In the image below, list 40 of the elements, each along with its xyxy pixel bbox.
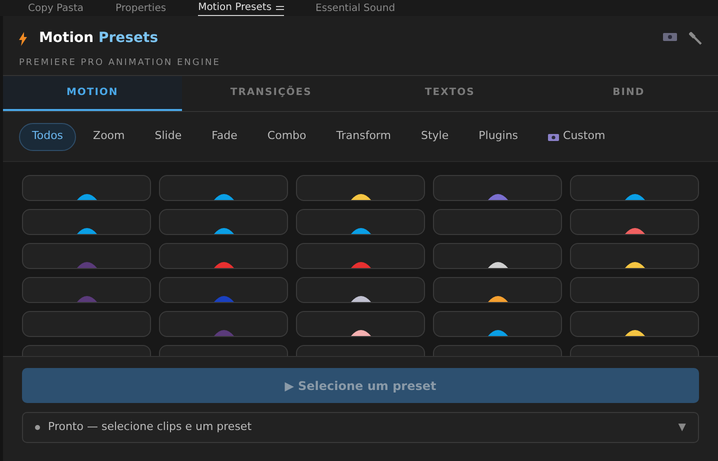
app-title: Motion Presets — [39, 29, 158, 48]
panel-tab[interactable]: Copy Pasta — [28, 2, 84, 16]
status-bar[interactable]: Pronto — selecione clips e um preset ▼ — [22, 412, 699, 443]
preset-card[interactable] — [570, 175, 699, 201]
category-tab[interactable]: TRANSIÇÕES — [182, 76, 360, 111]
lightning-bolt-icon — [19, 32, 27, 46]
preset-card[interactable] — [433, 243, 562, 269]
preset-card[interactable] — [570, 243, 699, 269]
preset-card[interactable] — [433, 311, 562, 337]
panel-tab[interactable]: Properties — [116, 2, 166, 16]
preset-card[interactable] — [296, 175, 425, 201]
filter-chip[interactable]: Transform — [323, 122, 404, 150]
preset-card[interactable] — [22, 175, 151, 201]
preset-card[interactable] — [570, 209, 699, 235]
preset-card[interactable] — [433, 277, 562, 303]
app-subtitle: PREMIERE PRO ANIMATION ENGINE — [19, 57, 220, 70]
category-tab[interactable]: MOTION — [3, 76, 182, 111]
preset-card[interactable] — [296, 209, 425, 235]
filter-chip[interactable]: Zoom — [80, 122, 138, 150]
filter-chip[interactable]: Custom — [535, 122, 618, 150]
filter-chip[interactable]: Style — [408, 122, 462, 150]
caret-icon[interactable]: ▼ — [678, 420, 686, 435]
filter-chip[interactable]: Todos — [19, 122, 76, 150]
status-text: Pronto — selecione clips e um preset — [48, 419, 253, 436]
camera-icon[interactable] — [663, 32, 677, 41]
preset-card[interactable] — [296, 311, 425, 337]
category-tab[interactable]: BIND — [539, 76, 718, 111]
preset-card[interactable] — [296, 277, 425, 303]
filter-chip[interactable]: Fade — [198, 122, 250, 150]
preset-card[interactable] — [159, 175, 288, 201]
preset-card[interactable] — [22, 209, 151, 235]
preset-card[interactable] — [570, 311, 699, 337]
filter-chip[interactable]: Plugins — [466, 122, 532, 150]
filter-chip[interactable]: Combo — [254, 122, 320, 150]
category-tab[interactable]: TEXTOS — [360, 76, 540, 111]
wrench-icon[interactable] — [689, 32, 702, 45]
menu-icon[interactable] — [276, 6, 284, 10]
filter-chip[interactable]: Slide — [142, 122, 195, 150]
panel-tab[interactable]: Essential Sound — [316, 2, 396, 16]
preset-card[interactable] — [159, 209, 288, 235]
